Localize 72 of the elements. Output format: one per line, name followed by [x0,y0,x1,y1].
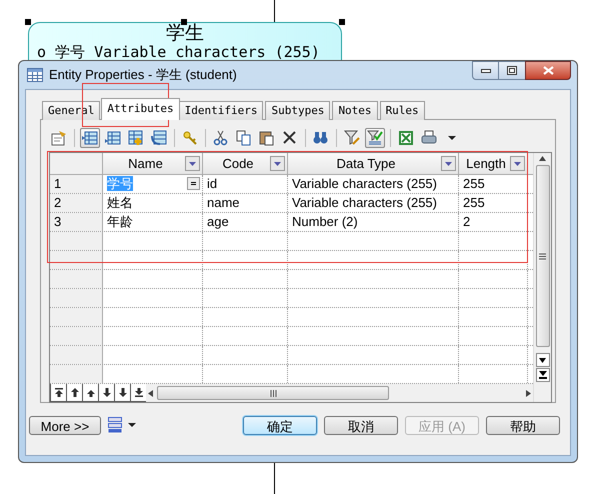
close-button[interactable] [525,61,571,80]
table-cell[interactable]: Variable characters (255) [288,194,459,212]
entity-title: 学生 [166,23,204,44]
column-header[interactable]: Code [203,153,288,174]
scroll-right-icon[interactable] [526,390,531,396]
tab[interactable]: Notes [332,101,378,120]
table-cell[interactable]: 255 [459,194,528,212]
spreadsheet-icon[interactable] [396,128,416,148]
table-cell[interactable]: Number (2) [288,213,459,231]
scroll-up-icon[interactable] [539,156,546,161]
row-number[interactable]: 3 [50,213,103,231]
move-up-icon[interactable] [82,384,98,402]
dialog-button[interactable]: 帮助 [486,416,560,434]
connector-line [274,0,275,22]
column-header[interactable]: Length [459,153,528,174]
filter-apply-icon[interactable] [365,128,385,148]
selection-handle[interactable] [181,19,187,25]
filter-dropdown-icon[interactable] [185,156,200,171]
reuse-attribute-icon[interactable] [149,128,169,148]
tab[interactable]: Identifiers [178,101,264,120]
filter-dropdown-icon[interactable] [270,156,285,171]
filter-dropdown-icon[interactable] [510,156,525,171]
close-icon [542,66,554,75]
table-cell[interactable]: age [203,213,288,231]
connector-line [274,462,275,494]
row-header[interactable] [50,251,103,269]
scrollbar-thumb[interactable] [157,386,389,400]
dialog-button[interactable]: 取消 [324,416,398,434]
table-cell[interactable]: 姓名 [103,194,203,212]
scroll-bottom-button[interactable] [536,368,550,382]
vertical-scrollbar[interactable] [533,153,551,402]
grip-icon [539,252,546,260]
table-cell[interactable]: Variable characters (255) [288,175,459,193]
move-down-fast-icon[interactable] [114,384,130,402]
tab[interactable]: Subtypes [265,101,330,120]
maximize-icon [507,66,517,75]
scrollbar-thumb[interactable] [536,165,550,347]
grip-icon [270,390,276,396]
scroll-down-icon [539,358,546,362]
scroll-left-icon[interactable] [148,390,153,396]
selection-handle[interactable] [339,19,345,25]
list-icon[interactable] [108,417,136,433]
table-cell[interactable]: 2 [459,213,528,231]
table-cell[interactable]: 255 [459,175,528,193]
move-bottom-icon[interactable] [130,384,146,402]
table-cell[interactable]: id [203,175,288,193]
dialog-button[interactable]: 确定 [243,416,317,434]
row-number[interactable]: 2 [50,194,103,212]
minimize-button[interactable] [472,61,499,80]
scroll-down-button[interactable] [536,353,550,367]
column-header[interactable]: Name [103,153,203,174]
table-cell[interactable]: name [203,194,288,212]
entity-attribute: o 学号 Variable characters (255) [36,44,320,60]
insert-row-icon[interactable] [80,128,100,148]
move-down-icon[interactable] [98,384,114,402]
minimize-icon [480,68,490,72]
table-cell[interactable]: 年龄 [103,213,203,231]
tab[interactable]: Rules [380,101,425,120]
column-header[interactable]: Data Type [288,153,459,174]
more-button[interactable]: More >> [29,416,101,434]
table-icon [27,68,43,82]
selection-handle[interactable] [25,19,31,25]
scroll-bottom-icon [538,371,546,379]
maximize-button[interactable] [499,61,525,80]
filter-dropdown-icon[interactable] [441,156,456,171]
horizontal-scrollbar[interactable] [146,385,533,401]
ellipsis-icon[interactable] [187,177,200,190]
move-up-fast-icon[interactable] [66,384,82,402]
window-title: Entity Properties - 学生 (student) [49,66,237,84]
row-number[interactable]: 1 [50,175,103,193]
tab[interactable]: Attributes [101,98,180,120]
move-top-icon[interactable] [50,384,66,402]
